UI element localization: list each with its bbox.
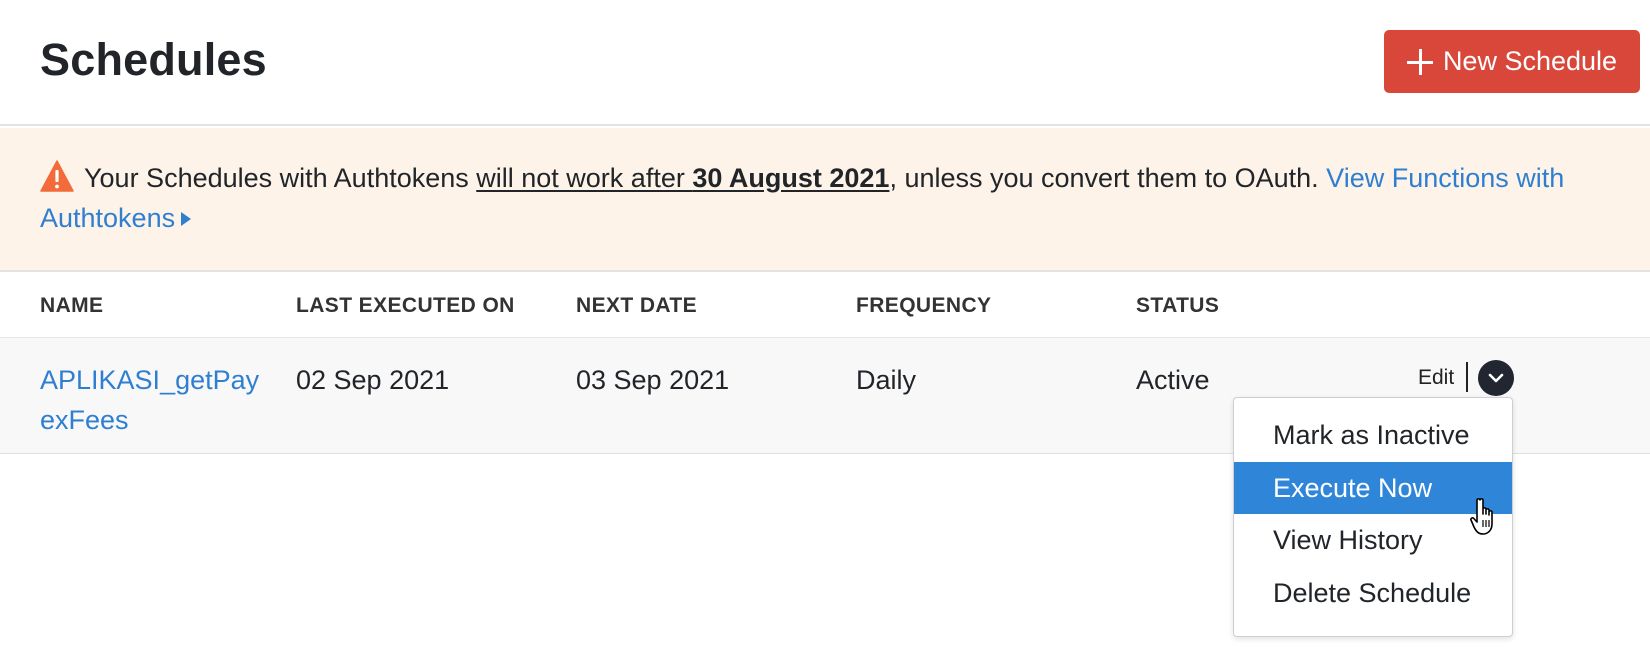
warning-icon [40,160,74,192]
column-header-next-date: NEXT DATE [576,294,698,317]
column-header-last-executed: LAST EXECUTED ON [296,294,515,317]
menu-item-delete-schedule[interactable]: Delete Schedule [1234,567,1512,619]
new-schedule-label: New Schedule [1442,46,1618,76]
schedule-name-link[interactable]: APLIKASI_getPayexFees [40,360,270,440]
column-header-name: NAME [40,294,104,317]
menu-item-mark-inactive[interactable]: Mark as Inactive [1234,409,1512,461]
banner-text-before: Your Schedules with Authtokens [84,163,477,193]
status-cell: Active [1136,365,1210,395]
banner-text-after: , unless you convert them to OAuth. [889,163,1327,193]
next-date-cell: 03 Sep 2021 [576,365,730,395]
banner-deadline-date: 30 August 2021 [692,163,890,193]
new-schedule-button[interactable]: New Schedule [1384,30,1640,93]
row-actions-toggle[interactable] [1478,360,1514,396]
banner-deadline-prefix: will not work after [476,163,693,193]
action-divider [1466,362,1468,392]
edit-link[interactable]: Edit [1418,366,1454,390]
frequency-cell: Daily [856,365,917,395]
page-header: Schedules New Schedule [0,0,1650,126]
caret-right-icon [181,212,192,226]
chevron-down-icon [1488,373,1504,383]
authtoken-warning-banner: Your Schedules with Authtokens will not … [0,128,1650,272]
page-title: Schedules [40,34,267,85]
hand-cursor-icon [1470,498,1493,535]
last-executed-cell: 02 Sep 2021 [296,365,450,395]
column-header-status: STATUS [1136,294,1220,317]
plus-icon [1406,48,1433,75]
banner-message: Your Schedules with Authtokens will not … [40,158,1630,238]
column-header-frequency: FREQUENCY [856,294,992,317]
banner-deadline: will not work after 30 August 2021 [476,163,889,193]
table-header: NAME LAST EXECUTED ON NEXT DATE FREQUENC… [0,274,1650,338]
